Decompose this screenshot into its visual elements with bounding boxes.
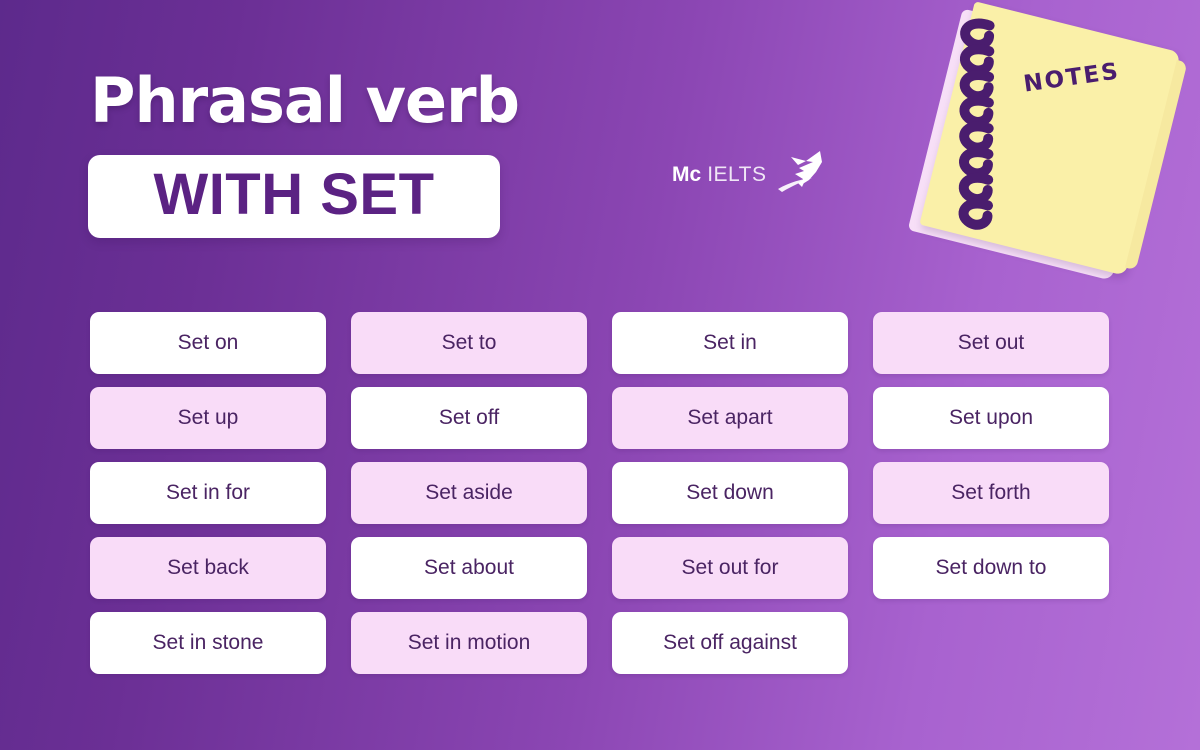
phrasal-verb-card[interactable]: Set about xyxy=(351,537,587,599)
logo-name-text: IELTS xyxy=(707,163,767,186)
phrasal-verb-card[interactable]: Set in stone xyxy=(90,612,326,674)
phrasal-verb-grid: Set on Set to Set in Set out Set up Set off Se… xyxy=(90,312,1112,674)
phrasal-verb-card[interactable]: Set off against xyxy=(612,612,848,674)
phrasal-verb-card[interactable]: Set aside xyxy=(351,462,587,524)
phrasal-verb-card[interactable]: Set down xyxy=(612,462,848,524)
phrasal-verb-card[interactable]: Set forth xyxy=(873,462,1109,524)
phrasal-verb-card[interactable]: Set out for xyxy=(612,537,848,599)
page-title-badge: WITH SET xyxy=(88,155,500,238)
phrasal-verb-card[interactable]: Set upon xyxy=(873,387,1109,449)
phrasal-verb-card[interactable]: Set on xyxy=(90,312,326,374)
phrasal-verb-card[interactable]: Set down to xyxy=(873,537,1109,599)
phrasal-verb-card[interactable]: Set in for xyxy=(90,462,326,524)
phrasal-verb-card[interactable]: Set in xyxy=(612,312,848,374)
header: Phrasal verb WITH SET Mc IELTS NOTES xyxy=(0,0,1200,300)
page-title-badge-text: WITH SET xyxy=(153,161,435,227)
phrasal-verb-card[interactable]: Set out xyxy=(873,312,1109,374)
brand-logo: Mc IELTS xyxy=(672,151,830,195)
phrasal-verb-card[interactable]: Set apart xyxy=(612,387,848,449)
page-title-main: Phrasal verb xyxy=(90,64,520,137)
phrasal-verb-card[interactable]: Set to xyxy=(351,312,587,374)
phrasal-verb-card[interactable]: Set off xyxy=(351,387,587,449)
bird-icon xyxy=(776,148,830,194)
phrasal-verb-card[interactable]: Set in motion xyxy=(351,612,587,674)
spiral-notebook-icon: NOTES xyxy=(907,1,1196,294)
grid-cell-empty xyxy=(873,612,1109,674)
phrasal-verb-card[interactable]: Set up xyxy=(90,387,326,449)
phrasal-verb-card[interactable]: Set back xyxy=(90,537,326,599)
logo-brand-text: Mc xyxy=(672,163,702,186)
